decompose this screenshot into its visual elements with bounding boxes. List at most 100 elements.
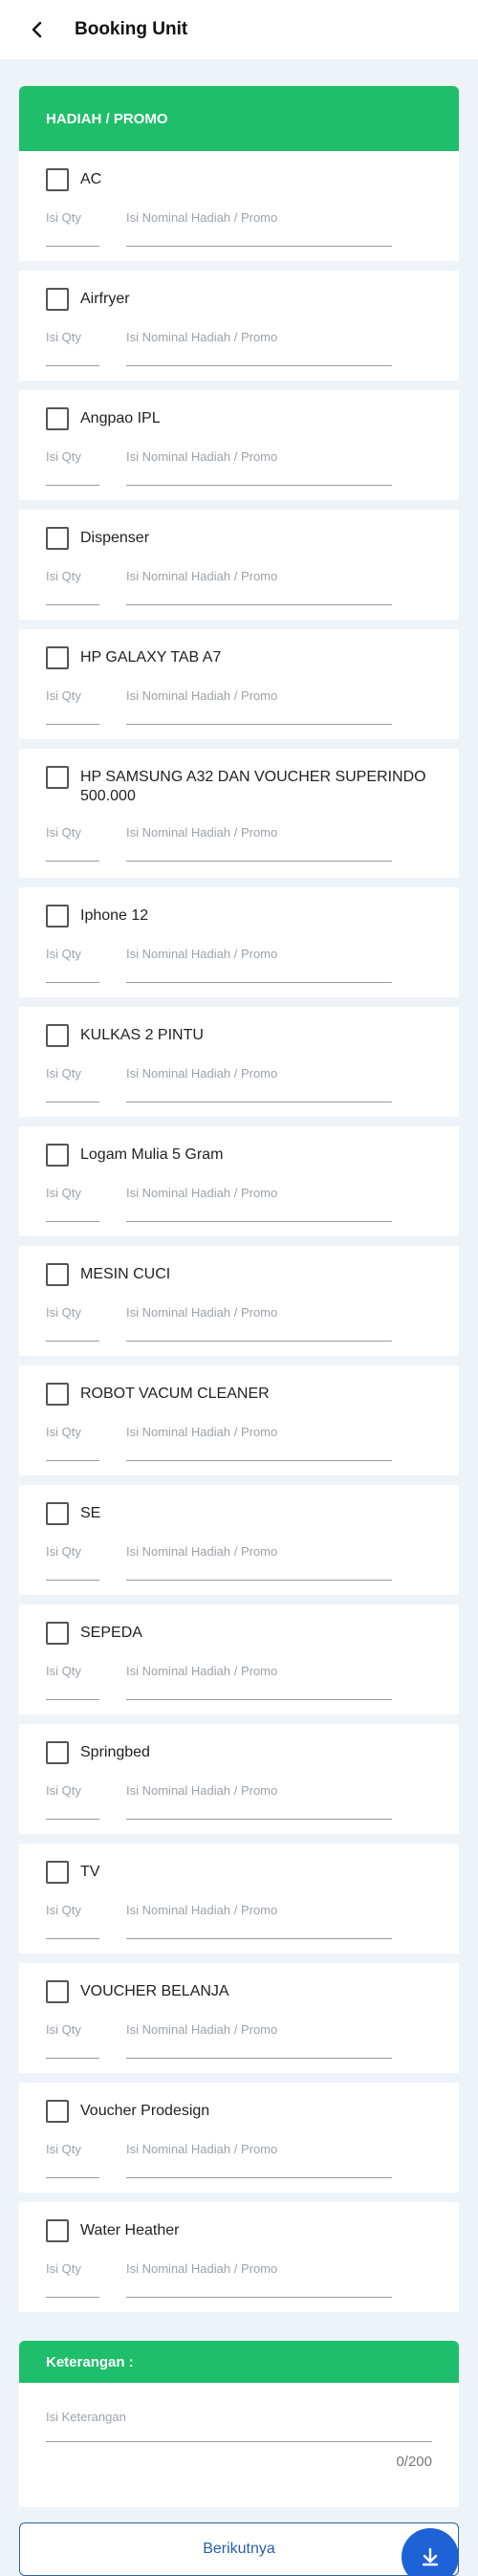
promo-item-checkbox[interactable] [46, 1861, 69, 1884]
promo-item-fields: Isi Qty Isi Nominal Hadiah / Promo [46, 1903, 432, 1939]
qty-input[interactable]: Isi Qty [46, 569, 99, 605]
promo-item-fields: Isi Qty Isi Nominal Hadiah / Promo [46, 688, 432, 725]
promo-item-label: Dispenser [80, 530, 150, 546]
promo-item-row: Iphone 12 [46, 905, 432, 928]
promo-item-checkbox[interactable] [46, 168, 69, 191]
notes-header: Keterangan : [19, 2341, 459, 2383]
next-button[interactable]: Berikutnya [19, 2522, 459, 2576]
promo-item-fields: Isi Qty Isi Nominal Hadiah / Promo [46, 1066, 432, 1102]
nominal-input[interactable]: Isi Nominal Hadiah / Promo [126, 569, 392, 605]
qty-input[interactable]: Isi Qty [46, 1305, 99, 1342]
qty-input[interactable]: Isi Qty [46, 1544, 99, 1581]
nominal-input[interactable]: Isi Nominal Hadiah / Promo [126, 947, 392, 983]
qty-input[interactable]: Isi Qty [46, 1186, 99, 1222]
promo-item-checkbox[interactable] [46, 1024, 69, 1047]
qty-input[interactable]: Isi Qty [46, 330, 99, 366]
nominal-input[interactable]: Isi Nominal Hadiah / Promo [126, 2142, 392, 2178]
nominal-input[interactable]: Isi Nominal Hadiah / Promo [126, 1664, 392, 1700]
promo-item-card: Airfryer Isi Qty Isi Nominal Hadiah / Prom… [19, 271, 459, 390]
promo-item-checkbox[interactable] [46, 1980, 69, 2003]
qty-input[interactable]: Isi Qty [46, 1783, 99, 1820]
nominal-input[interactable]: Isi Nominal Hadiah / Promo [126, 2022, 392, 2059]
promo-item-list: AC Isi Qty Isi Nominal Hadiah / Promo Airfr… [19, 151, 459, 2322]
qty-input[interactable]: Isi Qty [46, 2022, 99, 2059]
promo-item-checkbox[interactable] [46, 407, 69, 430]
qty-input[interactable]: Isi Qty [46, 947, 99, 983]
nominal-input[interactable]: Isi Nominal Hadiah / Promo [126, 2261, 392, 2298]
back-button[interactable] [19, 11, 55, 48]
promo-item-row: Water Heather [46, 2219, 432, 2242]
qty-input[interactable]: Isi Qty [46, 449, 99, 486]
section-header-hadiah-promo: HADIAH / PROMO [19, 86, 459, 151]
promo-item-row: HP SAMSUNG A32 DAN VOUCHER SUPERINDO 500… [46, 766, 432, 806]
nominal-input[interactable]: Isi Nominal Hadiah / Promo [126, 330, 392, 366]
promo-item-checkbox[interactable] [46, 527, 69, 550]
nominal-input[interactable]: Isi Nominal Hadiah / Promo [126, 1903, 392, 1939]
promo-item-checkbox[interactable] [46, 2100, 69, 2123]
promo-item-label: Springbed [80, 1744, 150, 1760]
promo-item-label: Airfryer [80, 291, 130, 307]
qty-input[interactable]: Isi Qty [46, 688, 99, 725]
promo-item-fields: Isi Qty Isi Nominal Hadiah / Promo [46, 2022, 432, 2059]
promo-item-label: VOUCHER BELANJA [80, 1983, 229, 1999]
promo-item-card: Dispenser Isi Qty Isi Nominal Hadiah / Pro… [19, 510, 459, 629]
promo-item-card: Springbed Isi Qty Isi Nominal Hadiah / Pro… [19, 1724, 459, 1844]
promo-item-checkbox[interactable] [46, 1383, 69, 1406]
promo-item-checkbox[interactable] [46, 1741, 69, 1764]
promo-item-checkbox[interactable] [46, 905, 69, 928]
promo-item-checkbox[interactable] [46, 288, 69, 311]
promo-item-row: Airfryer [46, 288, 432, 311]
nominal-input[interactable]: Isi Nominal Hadiah / Promo [126, 1783, 392, 1820]
nominal-input[interactable]: Isi Nominal Hadiah / Promo [126, 825, 392, 862]
promo-item-checkbox[interactable] [46, 646, 69, 669]
promo-item-fields: Isi Qty Isi Nominal Hadiah / Promo [46, 1305, 432, 1342]
promo-item-fields: Isi Qty Isi Nominal Hadiah / Promo [46, 569, 432, 605]
qty-input[interactable]: Isi Qty [46, 2261, 99, 2298]
promo-item-label: Voucher Prodesign [80, 2103, 210, 2119]
promo-item-checkbox[interactable] [46, 1622, 69, 1645]
promo-item-row: HP GALAXY TAB A7 [46, 646, 432, 669]
promo-item-card: Iphone 12 Isi Qty Isi Nominal Hadiah / Pro… [19, 887, 459, 1007]
nominal-input[interactable]: Isi Nominal Hadiah / Promo [126, 1305, 392, 1342]
promo-item-label: SE [80, 1505, 101, 1521]
nominal-input[interactable]: Isi Nominal Hadiah / Promo [126, 210, 392, 247]
notes-card: Isi Keterangan 0/200 [19, 2383, 459, 2507]
notes-char-counter: 0/200 [396, 2454, 432, 2470]
promo-item-card: AC Isi Qty Isi Nominal Hadiah / Promo [19, 151, 459, 271]
nominal-input[interactable]: Isi Nominal Hadiah / Promo [126, 1544, 392, 1581]
promo-item-row: ROBOT VACUM CLEANER [46, 1383, 432, 1406]
next-button-wrapper: Berikutnya [19, 2522, 459, 2576]
promo-item-label: Water Heather [80, 2222, 180, 2238]
promo-item-card: SE Isi Qty Isi Nominal Hadiah / Promo [19, 1485, 459, 1605]
promo-item-card: MESIN CUCI Isi Qty Isi Nominal Hadiah / Pr… [19, 1246, 459, 1365]
qty-input[interactable]: Isi Qty [46, 825, 99, 862]
nominal-input[interactable]: Isi Nominal Hadiah / Promo [126, 1425, 392, 1461]
promo-item-card: Logam Mulia 5 Gram Isi Qty Isi Nominal Had… [19, 1126, 459, 1246]
qty-input[interactable]: Isi Qty [46, 1903, 99, 1939]
promo-item-row: KULKAS 2 PINTU [46, 1024, 432, 1047]
promo-item-card: KULKAS 2 PINTU Isi Qty Isi Nominal Hadiah … [19, 1007, 459, 1126]
promo-item-label: Logam Mulia 5 Gram [80, 1146, 224, 1163]
nominal-input[interactable]: Isi Nominal Hadiah / Promo [126, 1066, 392, 1102]
qty-input[interactable]: Isi Qty [46, 1066, 99, 1102]
promo-item-row: MESIN CUCI [46, 1263, 432, 1286]
nominal-input[interactable]: Isi Nominal Hadiah / Promo [126, 449, 392, 486]
qty-input[interactable]: Isi Qty [46, 2142, 99, 2178]
promo-item-label: Iphone 12 [80, 907, 149, 924]
qty-input[interactable]: Isi Qty [46, 1664, 99, 1700]
promo-item-checkbox[interactable] [46, 1263, 69, 1286]
nominal-input[interactable]: Isi Nominal Hadiah / Promo [126, 688, 392, 725]
promo-item-checkbox[interactable] [46, 1502, 69, 1525]
qty-input[interactable]: Isi Qty [46, 210, 99, 247]
promo-item-label: HP SAMSUNG A32 DAN VOUCHER SUPERINDO 500… [80, 769, 426, 804]
promo-item-checkbox[interactable] [46, 2219, 69, 2242]
promo-item-row: Angpao IPL [46, 407, 432, 430]
nominal-input[interactable]: Isi Nominal Hadiah / Promo [126, 1186, 392, 1222]
app-header: Booking Unit [0, 0, 478, 59]
qty-input[interactable]: Isi Qty [46, 1425, 99, 1461]
promo-item-checkbox[interactable] [46, 1144, 69, 1167]
promo-item-checkbox[interactable] [46, 766, 69, 789]
promo-item-row: AC [46, 168, 432, 191]
promo-item-card: SEPEDA Isi Qty Isi Nominal Hadiah / Promo [19, 1605, 459, 1724]
notes-input[interactable]: Isi Keterangan [46, 2410, 432, 2442]
